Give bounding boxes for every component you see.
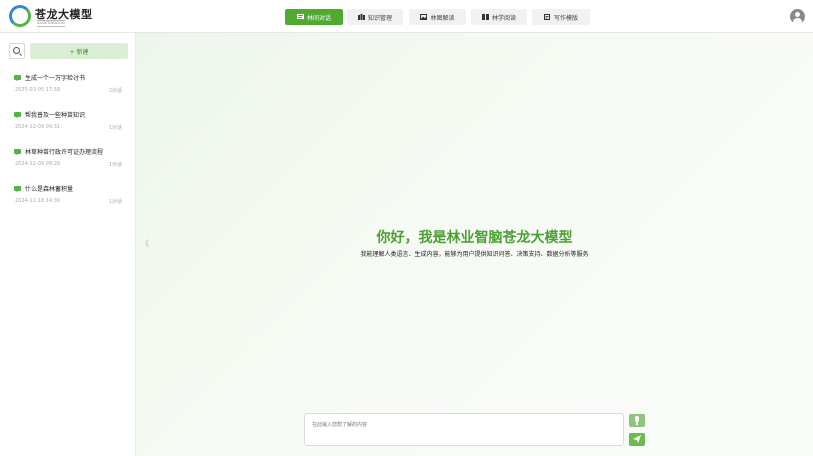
document-icon [543,14,550,20]
history-title: 林草种苗行政许可证办理流程 [25,149,104,156]
history-item[interactable]: 帮我普及一些种苗知识 2024-12-09 09:31 1对话 [0,110,136,147]
history-title: 生成一个一万字检讨书 [25,75,86,82]
history-title: 帮我普及一些种苗知识 [25,112,86,119]
open-book-icon [481,14,489,20]
history-date: 2024-12-09 09:31 [15,124,61,130]
chat-history-list: 生成一个一万字检讨书 2025-03-05 17:58 2对话 帮我普及一些种苗… [0,73,136,221]
history-date: 2024-12-09 09:28 [15,161,61,167]
chat-bubble-icon [14,149,21,155]
image-icon [420,14,428,20]
chat-bubble-icon [14,112,21,118]
history-count: 2对话 [108,88,122,94]
send-button[interactable] [629,433,645,446]
welcome-greeting: 你好，我是林业智脑苍龙大模型 [376,230,573,246]
history-item[interactable]: 什么是森林蓄积量 2024-11-18 14:39 1对话 [0,184,136,221]
welcome-subtitle: 我能理解人类语言、生成内容，能够为用户提供知识问答、决策支持、数据分析等服务 [360,251,589,258]
main-nav: 林间对话 知识管理 林图解读 林学阅读 写作模版 [0,9,813,25]
history-date: 2025-03-05 17:58 [15,87,61,93]
tab-writing-templates[interactable]: 写作模版 [532,9,590,25]
user-avatar-icon[interactable] [790,9,805,24]
sidebar: + 新建 生成一个一万字检讨书 2025-03-05 17:58 2对话 帮我普… [0,33,136,456]
chat-bubble-icon [14,186,21,192]
tab-forest-chat[interactable]: 林间对话 [285,9,343,25]
tab-label: 知识管理 [367,14,392,22]
history-count: 1对话 [108,125,122,131]
search-button[interactable] [9,43,25,59]
tab-label: 林图解读 [430,14,455,22]
history-item[interactable]: 生成一个一万字检讨书 2025-03-05 17:58 2对话 [0,73,136,110]
tab-knowledge-management[interactable]: 知识管理 [347,9,403,25]
history-count: 1对话 [108,162,122,168]
tab-label: 林学阅读 [491,14,516,22]
tab-label: 林间对话 [306,14,331,22]
paper-plane-icon [633,435,641,443]
tab-forest-image-reading[interactable]: 林图解读 [409,9,466,25]
history-item[interactable]: 林草种苗行政许可证办理流程 2024-12-09 09:28 1对话 [0,147,136,184]
new-chat-button[interactable]: + 新建 [30,43,128,59]
top-header: 苍龙大模型 ASSISTDRAGON 林间对话 知识管理 林图解读 林学阅读 写… [0,0,813,33]
message-input-container [304,413,624,446]
tab-label: 写作模版 [553,14,578,22]
book-icon [357,14,365,20]
history-count: 1对话 [108,199,122,205]
chat-icon [296,14,304,19]
voice-input-button[interactable] [629,414,645,427]
message-input[interactable] [305,414,623,445]
history-title: 什么是森林蓄积量 [25,186,74,193]
tab-forestry-reading[interactable]: 林学阅读 [471,9,527,25]
chat-main-area: 《 你好，我是林业智脑苍龙大模型 我能理解人类语言、生成内容，能够为用户提供知识… [136,33,813,456]
history-date: 2024-11-18 14:39 [15,198,61,204]
chat-bubble-icon [14,75,21,81]
